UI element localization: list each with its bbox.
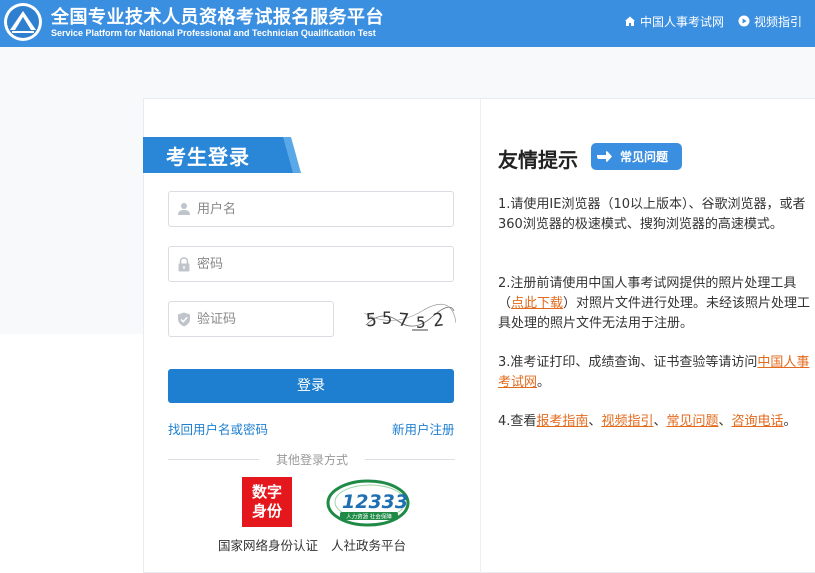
username-field[interactable]	[168, 191, 454, 227]
tip-text: 、	[588, 414, 602, 429]
user-icon	[178, 203, 190, 215]
header-bar: 全国专业技术人员资格考试报名服务平台 Service Platform for …	[0, 0, 815, 47]
home-icon	[625, 16, 635, 26]
logo-text: 数字	[251, 483, 282, 501]
captcha-field[interactable]	[168, 301, 334, 337]
tip-text: 。	[783, 414, 797, 429]
site-subtitle: Service Platform for National Profession…	[51, 28, 376, 38]
divider-line	[365, 459, 455, 460]
card-divider	[480, 99, 481, 573]
nav-link-cpta[interactable]: 中国人事考试网	[624, 12, 724, 30]
logo-text: 人力资源 社会保障	[346, 513, 392, 521]
faq-button-label: 常见问题	[620, 150, 669, 164]
captcha-char: 5	[365, 310, 377, 332]
login-title: 考生登录	[166, 145, 250, 169]
provider-caption: 国家网络身份认证	[218, 538, 319, 553]
tip-link[interactable]: 点此下载	[511, 296, 563, 311]
captcha-image[interactable]: 5 5 7 5 2	[362, 299, 456, 337]
platform-logo-icon	[4, 3, 42, 41]
tip-text: 。	[537, 375, 551, 390]
tip-link[interactable]: 视频指引	[601, 414, 653, 429]
play-circle-icon	[738, 15, 750, 27]
captcha-char: 5	[416, 313, 426, 332]
hrss-12333-logo[interactable]: 12333 人力资源 社会保障	[326, 478, 410, 528]
nav-link-video-guide[interactable]: 视频指引	[738, 12, 802, 30]
tip-link[interactable]: 常见问题	[666, 414, 718, 429]
provider-caption: 人社政务平台	[331, 538, 407, 553]
nav-link-label: 中国人事考试网	[640, 14, 725, 29]
tip-link[interactable]: 咨询电话	[732, 414, 784, 429]
tips-title: 友情提示	[498, 148, 578, 172]
tip-text: 、	[653, 414, 667, 429]
register-link[interactable]: 新用户注册	[392, 419, 455, 438]
tip-link[interactable]: 报考指南	[536, 414, 588, 429]
password-field[interactable]	[168, 246, 454, 282]
tip-item: 3.准考证打印、成绩查询、证书查验等请访问中国人事考试网。	[498, 353, 815, 393]
lock-icon	[178, 257, 190, 272]
tip-item: 2.注册前请使用中国人事考试网提供的照片处理工具（点此下载）对照片文件进行处理。…	[498, 274, 815, 334]
tip-text: 1.请使用IE浏览器（10以上版本）、谷歌浏览器，或者360浏览器的极速模式、搜…	[498, 197, 806, 232]
other-login-label: 其他登录方式	[275, 453, 348, 467]
shield-icon	[178, 312, 190, 327]
captcha-input[interactable]	[197, 302, 327, 336]
login-button[interactable]: 登录	[168, 369, 454, 403]
tip-item: 1.请使用IE浏览器（10以上版本）、谷歌浏览器，或者360浏览器的极速模式、搜…	[498, 195, 815, 235]
captcha-char: 5	[382, 309, 392, 329]
tip-text: 4.查看	[498, 414, 537, 429]
password-input[interactable]	[197, 247, 437, 281]
tip-text: 、	[718, 414, 732, 429]
captcha-char: 7	[397, 310, 410, 332]
site-title: 全国专业技术人员资格考试报名服务平台	[51, 7, 384, 28]
logo-text: 身份	[251, 502, 282, 520]
divider-line	[168, 459, 259, 460]
logo-text: 12333	[342, 491, 408, 513]
forgot-credentials-link[interactable]: 找回用户名或密码	[168, 419, 268, 438]
digital-identity-logo[interactable]: 数字 身份	[242, 477, 292, 527]
tip-text: 3.准考证打印、成绩查询、证书查验等请访问	[498, 355, 758, 370]
captcha-char: 2	[432, 309, 445, 331]
nav-link-label: 视频指引	[754, 14, 803, 29]
username-input[interactable]	[197, 192, 437, 226]
tip-item: 4.查看报考指南、视频指引、常见问题、咨询电话。	[498, 412, 815, 432]
